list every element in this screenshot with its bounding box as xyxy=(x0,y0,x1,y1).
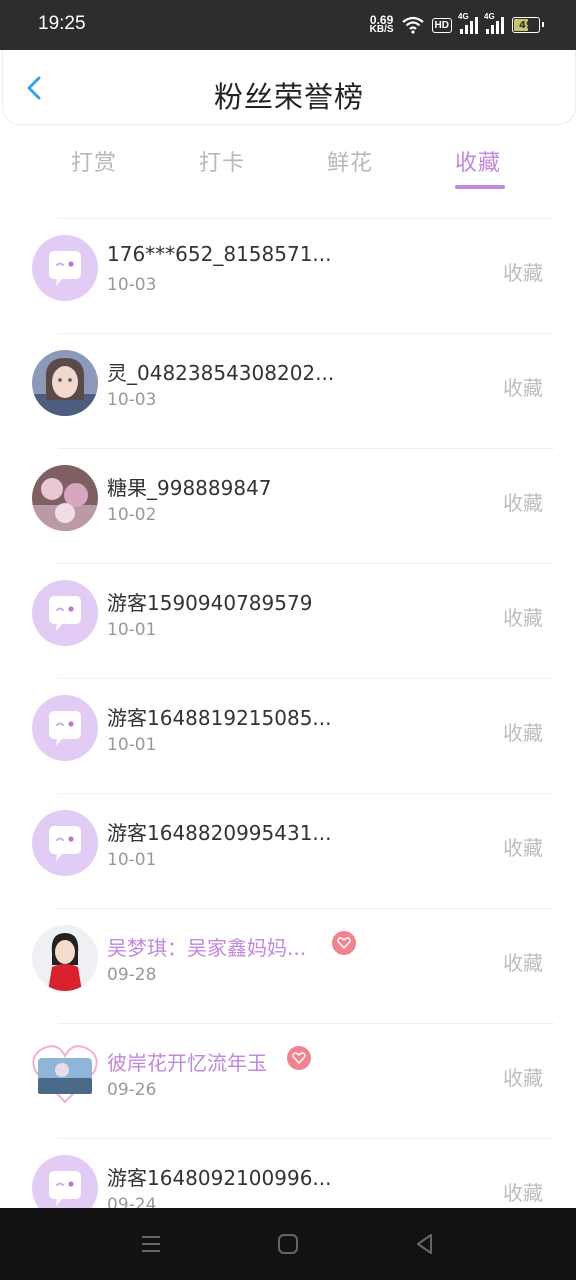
action-label: 收藏 xyxy=(503,261,543,285)
tab-favorites[interactable]: 收藏 xyxy=(455,145,501,177)
avatar[interactable] xyxy=(32,1155,98,1208)
fan-name: 彼岸花开忆流年玉 xyxy=(107,1051,267,1075)
fan-date: 09-24 xyxy=(107,1195,157,1208)
fan-date: 09-28 xyxy=(107,965,157,985)
fan-name: 灵_04823854308202... xyxy=(107,361,335,385)
fan-date: 10-01 xyxy=(107,735,157,755)
action-label: 收藏 xyxy=(503,491,543,515)
status-time: 19:25 xyxy=(38,13,86,34)
avatar[interactable] xyxy=(32,235,98,301)
fan-date: 09-26 xyxy=(107,1080,157,1100)
fan-name: 游客1648819215085... xyxy=(107,706,332,730)
chat-bubble-icon xyxy=(32,580,98,646)
page-title: 粉丝荣誉榜 xyxy=(213,80,364,114)
back-triangle-icon[interactable] xyxy=(413,1232,437,1256)
fan-date: 10-02 xyxy=(107,505,157,525)
fan-name: 糖果_998889847 xyxy=(107,476,272,500)
tab-reward[interactable]: 打赏 xyxy=(71,145,117,177)
divider xyxy=(58,1138,554,1139)
fan-date: 10-01 xyxy=(107,620,157,640)
fan-name: 游客1590940789579 xyxy=(107,591,313,615)
battery-icon: 49 xyxy=(512,17,544,33)
active-tab-indicator xyxy=(455,185,505,189)
avatar[interactable] xyxy=(32,925,98,991)
fan-row[interactable]: 游客1648819215085... 10-01 收藏 xyxy=(0,660,576,775)
system-nav-bar xyxy=(0,1208,576,1280)
action-label: 收藏 xyxy=(503,721,543,745)
tab-flowers[interactable]: 鲜花 xyxy=(327,145,373,177)
fan-name: 176***652_8158571... xyxy=(107,242,332,266)
fan-date: 10-03 xyxy=(107,390,157,410)
avatar[interactable] xyxy=(32,580,98,646)
vip-heart-icon xyxy=(332,931,356,955)
menu-icon[interactable] xyxy=(139,1232,163,1256)
signal-icon-2: 4G xyxy=(484,12,504,34)
network-speed: 0.69 KB/S xyxy=(369,13,394,35)
fan-row[interactable]: 糖果_998889847 10-02 收藏 xyxy=(0,430,576,545)
tab-checkin[interactable]: 打卡 xyxy=(199,145,245,177)
action-label: 收藏 xyxy=(503,951,543,975)
avatar[interactable] xyxy=(32,465,98,531)
divider xyxy=(58,678,554,679)
chat-bubble-icon xyxy=(32,695,98,761)
action-label: 收藏 xyxy=(503,836,543,860)
chat-bubble-icon xyxy=(32,1155,98,1208)
divider xyxy=(58,218,554,219)
wifi-icon xyxy=(401,16,424,34)
tab-bar: 打赏 打卡 鲜花 收藏 xyxy=(0,140,576,192)
avatar[interactable] xyxy=(32,350,98,416)
divider xyxy=(58,1023,554,1024)
fan-row[interactable]: 彼岸花开忆流年玉 09-26 收藏 xyxy=(0,1005,576,1120)
chat-bubble-icon xyxy=(32,810,98,876)
divider xyxy=(58,448,554,449)
divider xyxy=(58,908,554,909)
fan-row[interactable]: 游客1648820995431... 10-01 收藏 xyxy=(0,775,576,890)
divider xyxy=(58,333,554,334)
fan-name: 吴梦琪：吴家鑫妈妈... xyxy=(107,936,307,960)
action-label: 收藏 xyxy=(503,606,543,630)
fan-name: 游客1648092100996... xyxy=(107,1166,332,1190)
fan-row[interactable]: 游客1648092100996... 09-24 收藏 xyxy=(0,1120,576,1208)
avatar[interactable] xyxy=(32,695,98,761)
header: 粉丝荣誉榜 xyxy=(2,50,576,125)
fan-date: 10-03 xyxy=(107,275,157,295)
fan-row[interactable]: 176***652_8158571... 10-03 收藏 xyxy=(0,200,576,315)
fan-name: 游客1648820995431... xyxy=(107,821,332,845)
divider xyxy=(58,793,554,794)
chat-bubble-icon xyxy=(32,235,98,301)
action-label: 收藏 xyxy=(503,1181,543,1205)
avatar[interactable] xyxy=(32,1040,98,1106)
home-icon[interactable] xyxy=(276,1232,300,1256)
avatar[interactable] xyxy=(32,810,98,876)
action-label: 收藏 xyxy=(503,376,543,400)
status-bar: 19:25 0.69 KB/S HD 4G 4G 49 xyxy=(0,0,576,50)
hd-voice-icon: HD xyxy=(431,17,452,33)
fan-date: 10-01 xyxy=(107,850,157,870)
status-icons: 0.69 KB/S HD 4G 4G 49 xyxy=(369,12,544,37)
fan-row[interactable]: 吴梦琪：吴家鑫妈妈... 09-28 收藏 xyxy=(0,890,576,1005)
fan-row[interactable]: 灵_04823854308202... 10-03 收藏 xyxy=(0,315,576,430)
fan-row[interactable]: 游客1590940789579 10-01 收藏 xyxy=(0,545,576,660)
vip-heart-icon xyxy=(287,1046,311,1070)
divider xyxy=(58,563,554,564)
action-label: 收藏 xyxy=(503,1066,543,1090)
signal-icon-1: 4G xyxy=(458,12,478,34)
